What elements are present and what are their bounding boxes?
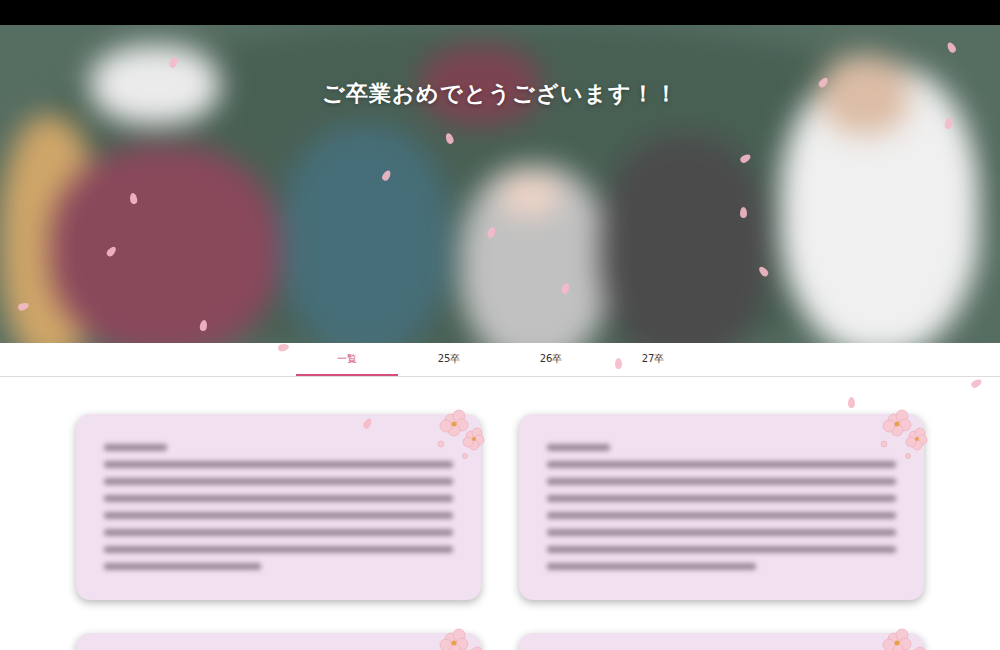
message-card: [76, 633, 481, 650]
petal-icon: [739, 153, 752, 165]
petal-icon: [817, 76, 829, 89]
flower-icon: [872, 625, 930, 650]
message-card: [519, 633, 924, 650]
petal-icon: [946, 41, 958, 54]
petal-icon: [615, 358, 622, 369]
flower-icon: [429, 625, 487, 650]
petal-icon: [199, 319, 208, 331]
flower-icon: [429, 406, 487, 464]
petal-icon: [848, 397, 855, 408]
hero-title: ご卒業おめでとうございます！！: [316, 77, 684, 111]
petal-icon: [444, 132, 454, 145]
message-card: [519, 414, 924, 600]
petal-icon: [970, 378, 983, 390]
flower-icon: [872, 406, 930, 464]
petal-icon: [740, 207, 747, 218]
message-grid: [76, 414, 924, 650]
tab-bar: 一覧25卒26卒27卒: [0, 343, 1000, 377]
petal-icon: [757, 265, 769, 278]
petal-icon: [362, 417, 374, 430]
blurred-message: [547, 444, 896, 570]
petal-icon: [105, 245, 117, 258]
petal-icon: [168, 56, 178, 69]
tab[interactable]: 26卒: [500, 343, 602, 376]
petal-icon: [486, 226, 496, 239]
petal-icon: [560, 282, 570, 295]
petal-icon: [17, 301, 30, 311]
tab[interactable]: 一覧: [296, 343, 398, 376]
tab[interactable]: 25卒: [398, 343, 500, 376]
message-card: [76, 414, 481, 600]
petal-icon: [277, 343, 289, 352]
petal-icon: [129, 192, 138, 204]
tab[interactable]: 27卒: [602, 343, 704, 376]
top-bar: [0, 0, 1000, 25]
hero-banner: ご卒業おめでとうございます！！: [0, 25, 1000, 343]
petal-icon: [381, 169, 393, 182]
blurred-message: [104, 444, 453, 570]
petal-icon: [944, 117, 953, 129]
